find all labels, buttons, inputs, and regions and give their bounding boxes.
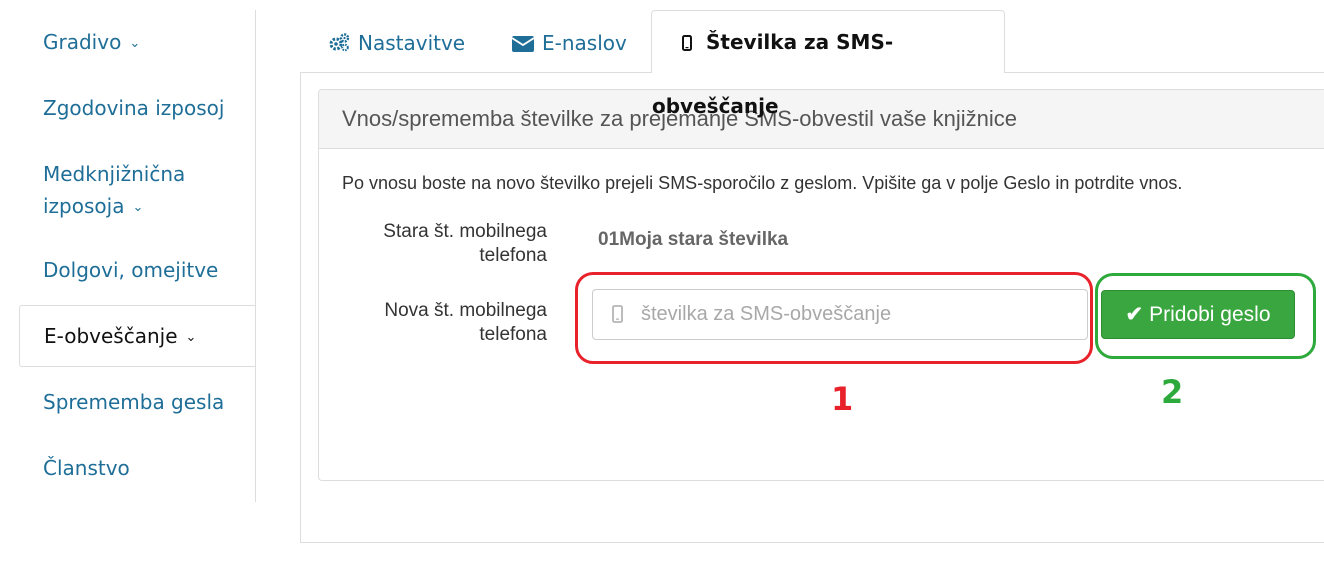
- old-number-label-line2: telefona: [479, 245, 547, 266]
- panel-header: Vnos/sprememba številke za prejemanje SM…: [319, 90, 1324, 149]
- sidebar-item-label: Dolgovi, omejitve: [43, 258, 219, 282]
- annotation-marker-2: 2: [1161, 373, 1184, 411]
- sidebar-item-label: Gradivo: [43, 30, 122, 54]
- sidebar-item-zgodovina-izposoj[interactable]: Zgodovina izposoj: [43, 92, 243, 124]
- new-number-label-line1: Nova št. mobilnega: [384, 300, 547, 321]
- envelope-icon: [511, 14, 535, 76]
- gears-icon: [328, 14, 350, 76]
- new-number-label: Nova št. mobilnega telefona: [337, 299, 547, 347]
- old-number-label: Stara št. mobilnega telefona: [337, 220, 547, 268]
- tab-stevilka-sms[interactable]: Številka za SMS-obveščanje: [651, 10, 1005, 118]
- chevron-down-icon: ⌄: [129, 35, 141, 51]
- sidebar-item-label: Medknjižnična: [43, 162, 186, 186]
- sidebar-item-dolgovi-omejitve[interactable]: Dolgovi, omejitve: [43, 254, 243, 286]
- tab-label: Nastavitve: [358, 31, 466, 55]
- sidebar-item-e-obvescanje[interactable]: E-obveščanje ⌄: [19, 305, 256, 367]
- sidebar-nav: Gradivo ⌄ Zgodovina izposoj Medknjižnična…: [0, 0, 256, 502]
- old-number-label-line1: Stara št. mobilnega: [383, 221, 547, 242]
- tab-nastavitve[interactable]: Nastavitve: [328, 12, 465, 74]
- sidebar-item-sprememba-gesla[interactable]: Sprememba gesla: [43, 386, 243, 418]
- sidebar-item-label: Sprememba gesla: [43, 390, 225, 414]
- tab-label: E-naslov: [542, 31, 627, 55]
- sidebar-item-label: izposoja: [43, 194, 125, 218]
- sidebar-item-active-label-wrap[interactable]: E-obveščanje ⌄: [44, 320, 196, 354]
- chevron-down-icon: ⌄: [132, 199, 144, 215]
- tab-e-naslov[interactable]: E-naslov: [511, 12, 627, 76]
- sidebar-item-label: Zgodovina izposoj: [43, 96, 225, 120]
- new-number-label-line2: telefona: [479, 324, 547, 345]
- mobile-phone-icon: [682, 13, 692, 75]
- highlight-button-annotation: [1095, 273, 1316, 359]
- sidebar-item-medknjiznicna-izposoja[interactable]: Medknjižnična izposoja ⌄: [43, 158, 243, 224]
- old-number-value: 01Moja stara številka: [598, 229, 789, 250]
- chevron-down-icon: ⌄: [185, 329, 197, 345]
- annotation-marker-1: 1: [831, 380, 854, 418]
- highlight-input-annotation: [575, 272, 1093, 364]
- sidebar-item-label: Članstvo: [43, 456, 130, 480]
- sidebar-item-gradivo[interactable]: Gradivo ⌄: [43, 26, 243, 60]
- sidebar-item-clanstvo[interactable]: Članstvo: [43, 452, 243, 484]
- info-text: Po vnosu boste na novo številko prejeli …: [342, 173, 1183, 193]
- sidebar-item-label: E-obveščanje: [44, 324, 178, 348]
- sidebar-divider: [255, 10, 256, 502]
